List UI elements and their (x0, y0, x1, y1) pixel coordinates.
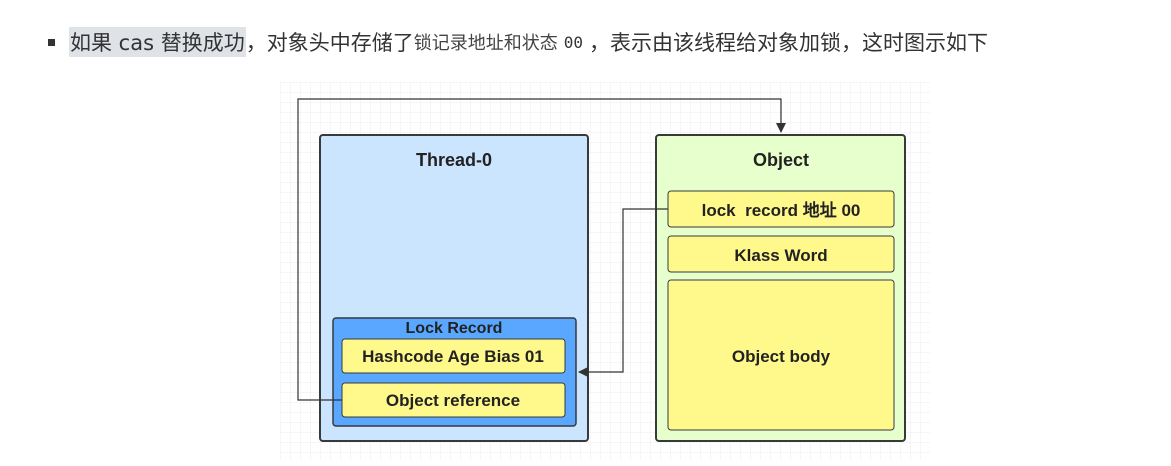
object-title: Object (753, 150, 809, 170)
bullet-icon (48, 38, 55, 46)
object-body-label: Object body (732, 347, 831, 366)
paragraph-serif-text: 锁记录地址和状态 (413, 33, 558, 54)
paragraph-text-2: ，表示由该线程给对象加锁，这时图示如下 (588, 31, 988, 55)
thread-title: Thread-0 (416, 150, 492, 170)
lock-record-title: Lock Record (406, 320, 503, 337)
paragraph-line: 如果 cas 替换成功 ，对象头中存储了 锁记录地址和状态 00 ，表示由该线程… (48, 22, 988, 62)
paragraph-text-1: ，对象头中存储了 (245, 31, 414, 55)
hashcode-field-label: Hashcode Age Bias 01 (362, 347, 544, 366)
lock-record-address-label: lock record 地址 00 (702, 200, 861, 220)
paragraph-code: 00 (563, 32, 583, 52)
lock-diagram: Thread-0 Lock Record Hashcode Age Bias 0… (280, 82, 930, 460)
highlighted-text: 如果 cas 替换成功 (69, 27, 246, 57)
object-reference-label: Object reference (386, 391, 520, 410)
klass-word-label: Klass Word (734, 246, 827, 265)
